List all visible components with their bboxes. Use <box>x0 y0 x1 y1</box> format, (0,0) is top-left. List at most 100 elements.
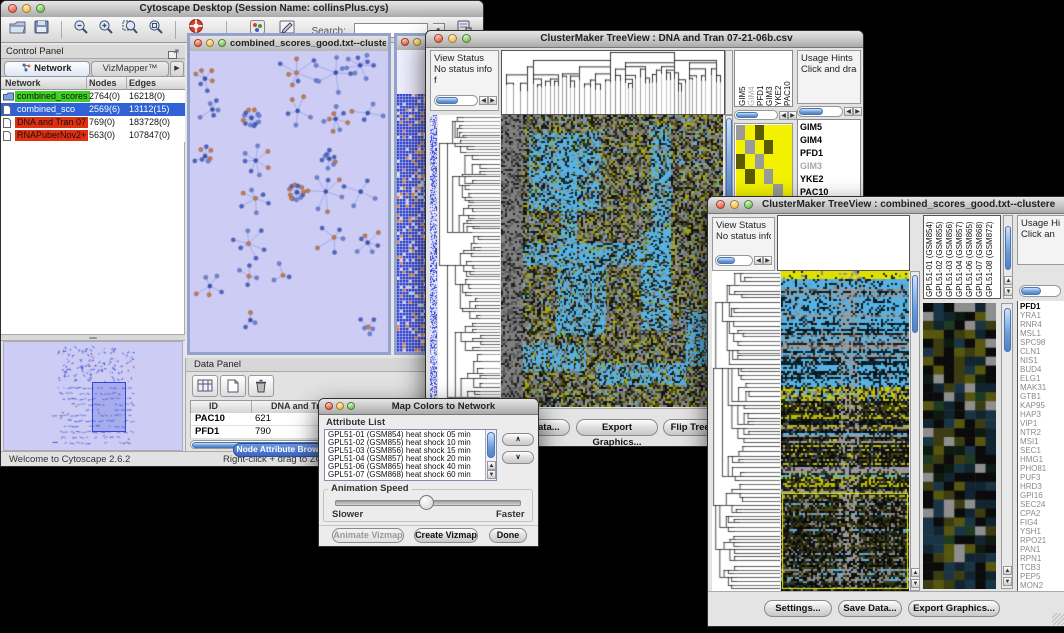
attribute-list-item[interactable]: GPL51-07 (GSM868) heat shock 60 min <box>326 471 484 479</box>
maximize-icon[interactable] <box>347 402 355 410</box>
tv2-gene-label[interactable]: MAK31 <box>1018 383 1064 392</box>
scroll-up-arrow-icon[interactable]: ▲ <box>487 461 496 470</box>
tv2-row-dendrogram[interactable] <box>712 271 780 591</box>
zoom-heatmap-cell[interactable] <box>736 154 745 169</box>
zoom-fit-icon[interactable] <box>148 17 164 43</box>
minimize-icon[interactable] <box>413 38 421 46</box>
dialog-create-vizmap-button[interactable]: Create Vizmap <box>414 528 478 543</box>
attribute-list-item[interactable]: GPL51-06 (GSM865) heat shock 40 min <box>326 463 484 471</box>
maximize-icon[interactable] <box>218 39 226 47</box>
minimize-icon[interactable] <box>448 34 457 43</box>
network-view-titlebar[interactable]: combined_scores_good.txt--cluste... <box>190 36 388 52</box>
close-icon[interactable] <box>434 34 443 43</box>
minimize-icon[interactable] <box>206 39 214 47</box>
tab-overflow-arrow[interactable]: ▶ <box>170 61 184 77</box>
zoom-heatmap-cell[interactable] <box>736 140 745 155</box>
scroll-up-arrow-icon[interactable]: ▲ <box>1004 276 1013 285</box>
scroll-up-arrow-icon[interactable]: ▲ <box>911 568 920 577</box>
tv2-gene-label[interactable]: YRA1 <box>1018 311 1064 320</box>
scroll-right-arrow-icon[interactable]: ▶ <box>488 96 497 105</box>
tv1-gene-label[interactable]: PFD1 <box>798 147 860 160</box>
attribute-list-vscrollbar[interactable]: ▲ ▼ <box>485 430 496 480</box>
close-icon[interactable] <box>194 39 202 47</box>
scroll-thumb[interactable] <box>1004 308 1011 352</box>
tv2-zoom-vscrollbar[interactable]: ▲ ▼ <box>1001 303 1013 589</box>
zoom-heatmap-cell[interactable] <box>773 125 782 140</box>
scroll-thumb[interactable] <box>487 432 495 458</box>
tv1-column-label[interactable]: GIM3 <box>765 52 773 106</box>
network-overview-panel[interactable] <box>3 341 183 451</box>
zoom-heatmap-cell[interactable] <box>783 125 792 140</box>
scroll-left-arrow-icon[interactable]: ◀ <box>479 96 488 105</box>
network-table-row[interactable]: combined_scores2764(0)16218(0) <box>1 90 185 103</box>
zoom-heatmap-cell[interactable] <box>764 125 773 140</box>
tv2-gene-label[interactable]: MSI1 <box>1018 437 1064 446</box>
network-name[interactable]: combined_sco <box>15 104 77 115</box>
tv2-settings-button[interactable]: Settings... <box>764 600 832 617</box>
tv1-labels-hscrollbar[interactable] <box>797 106 843 117</box>
network-name[interactable]: combined_scores <box>15 91 90 102</box>
tv2-gene-label[interactable]: PHO81 <box>1018 464 1064 473</box>
tv1-column-label[interactable]: YKE2 <box>774 52 782 106</box>
scroll-left-arrow-icon[interactable]: ◀ <box>779 111 788 120</box>
col-edges[interactable]: Edges <box>129 78 156 88</box>
tv1-status-scrollbar[interactable] <box>434 95 478 106</box>
close-icon[interactable] <box>401 38 409 46</box>
zoom-heatmap-cell[interactable] <box>745 140 754 155</box>
tv2-titlebar[interactable]: ClusterMaker TreeView : combined_scores_… <box>708 197 1064 214</box>
close-icon[interactable] <box>8 4 17 13</box>
resize-grip-icon[interactable] <box>1052 613 1064 625</box>
tv2-gene-label[interactable]: RPN1 <box>1018 554 1064 563</box>
network-table-row[interactable]: RNAPuberNov2+563(0)107847(0) <box>1 129 185 142</box>
minimize-icon[interactable] <box>336 402 344 410</box>
zoom-heatmap-cell[interactable] <box>773 140 782 155</box>
move-up-button[interactable]: ∧ <box>502 433 534 446</box>
node-attribute-browser-tab[interactable]: Node Attribute Brows <box>233 443 327 457</box>
tv2-gene-label[interactable]: RPO21 <box>1018 536 1064 545</box>
scroll-down-arrow-icon[interactable]: ▼ <box>487 470 496 479</box>
zoom-heatmap-cell[interactable] <box>745 169 754 184</box>
tv2-gene-label[interactable]: HRD3 <box>1018 482 1064 491</box>
tv2-column-label[interactable]: GPL51-08 (GSM872) <box>985 217 994 297</box>
attribute-list-item[interactable]: GPL51-01 (GSM854) heat shock 05 min <box>326 431 484 439</box>
tv2-labels-hscrollbar[interactable] <box>1019 285 1061 297</box>
zoom-heatmap-cell[interactable] <box>764 140 773 155</box>
main-titlebar[interactable]: Cytoscape Desktop (Session Name: collins… <box>1 1 483 18</box>
scroll-down-arrow-icon[interactable]: ▼ <box>1004 287 1013 296</box>
tv1-top-vscrollbar[interactable] <box>725 50 733 115</box>
tv2-column-dendrogram-area[interactable] <box>777 215 910 271</box>
zoom-heatmap-cell[interactable] <box>736 169 745 184</box>
tv1-zoom-hscrollbar[interactable] <box>734 110 778 120</box>
tab-network[interactable]: Network <box>4 61 90 77</box>
tv1-column-label[interactable]: GIM5 <box>738 52 746 106</box>
data-col-id[interactable]: ID <box>209 401 218 411</box>
zoom-heatmap-cell[interactable] <box>783 154 792 169</box>
tv2-save-data-button[interactable]: Save Data... <box>838 600 902 617</box>
tv2-gene-label[interactable]: SEC24 <box>1018 500 1064 509</box>
network-list-empty[interactable] <box>1 142 185 334</box>
network-name[interactable]: DNA and Tran 07 <box>15 117 88 128</box>
network-table-row[interactable]: DNA and Tran 07769(0)183728(0) <box>1 116 185 129</box>
tab-vizmapper[interactable]: VizMapper™ <box>91 61 169 77</box>
scroll-up-arrow-icon[interactable]: ▲ <box>1003 566 1012 575</box>
zoom-heatmap-cell[interactable] <box>755 140 764 155</box>
zoom-heatmap-cell[interactable] <box>783 169 792 184</box>
minimize-icon[interactable] <box>730 200 739 209</box>
tv2-gene-label[interactable]: PFD1 <box>1018 302 1064 311</box>
dialog-animate-vizmap-button[interactable]: Animate Vizmap <box>332 528 404 543</box>
zoom-out-icon[interactable] <box>73 17 89 43</box>
tv2-column-label[interactable]: GPL51-06 (GSM865) <box>965 217 974 297</box>
tv2-gene-label[interactable]: CPA2 <box>1018 509 1064 518</box>
tv1-gene-label[interactable]: GIM3 <box>798 160 860 173</box>
attribute-list-item[interactable]: GPL51-02 (GSM855) heat shock 10 min <box>326 439 484 447</box>
overview-viewport-rect[interactable] <box>92 382 126 432</box>
delete-attribute-icon[interactable] <box>248 375 274 397</box>
tv2-gene-label[interactable]: YSH1 <box>1018 527 1064 536</box>
tv2-column-label[interactable]: GPL51-03 (GSM856) <box>945 217 954 297</box>
close-icon[interactable] <box>716 200 725 209</box>
tv2-column-label[interactable]: GPL51-01 (GSM854) <box>925 217 934 297</box>
save-icon[interactable] <box>34 17 49 43</box>
tv2-gene-label[interactable]: CLN1 <box>1018 347 1064 356</box>
move-down-button[interactable]: ∨ <box>502 451 534 464</box>
tv2-gene-label[interactable]: FIG4 <box>1018 518 1064 527</box>
